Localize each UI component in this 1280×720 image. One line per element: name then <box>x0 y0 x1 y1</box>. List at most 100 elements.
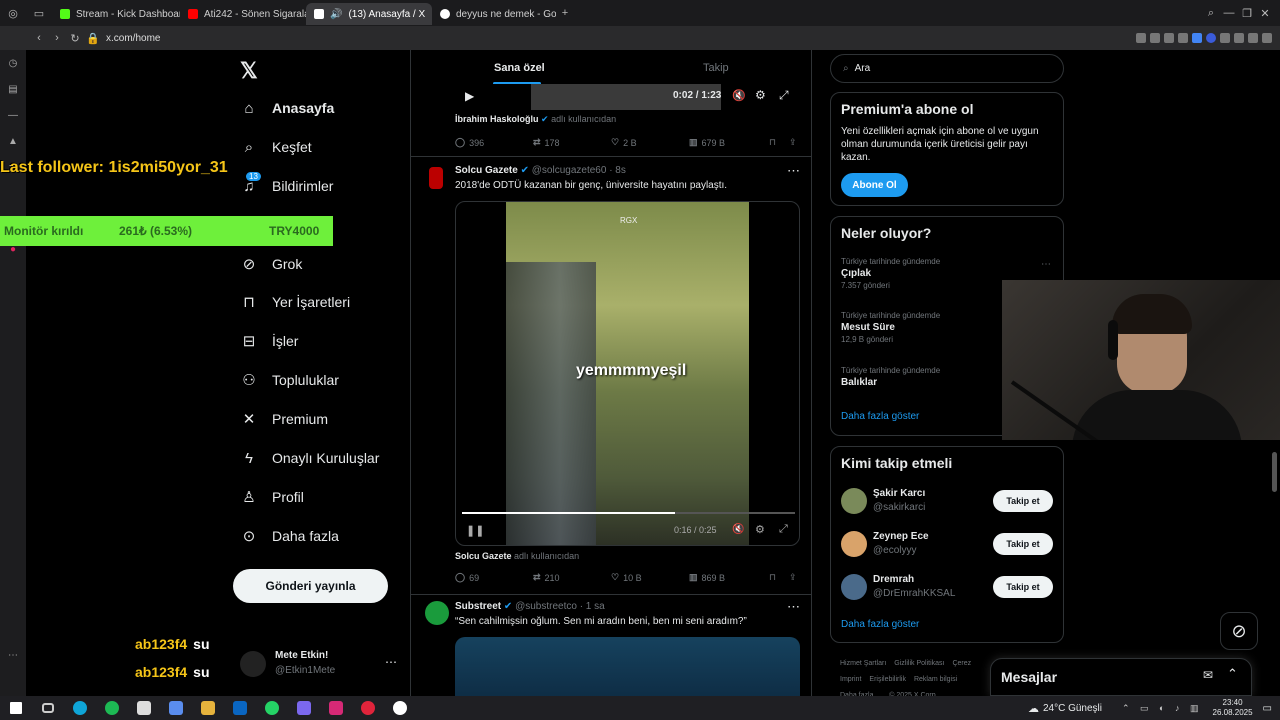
tweet-media[interactable] <box>455 637 800 696</box>
like-button[interactable]: ♡ 2 B <box>611 137 689 148</box>
x-logo-icon[interactable]: 𝕏 <box>240 58 258 84</box>
grok-float-button[interactable]: ⊘ <box>1220 612 1258 650</box>
app-icon[interactable] <box>292 698 316 718</box>
mute-icon[interactable]: 🔇 <box>732 524 744 535</box>
settings-icon[interactable]: ⚙ <box>755 523 765 536</box>
nav-profile[interactable]: ♙ Profil <box>240 482 304 512</box>
nav-more[interactable]: ⊙ Daha fazla <box>240 521 339 551</box>
nav-notifications[interactable]: ♫ 13 Bildirimler <box>240 171 333 201</box>
tweet[interactable]: Solcu Gazete ✔ @solcugazete60 · 8s ⋯ 201… <box>411 157 811 594</box>
browser-menu-icon[interactable]: ◎ <box>0 7 26 20</box>
close-window-icon[interactable]: ✕ <box>1256 7 1274 20</box>
more-icon[interactable]: ⋯ <box>787 599 800 615</box>
author-name[interactable]: Solcu Gazete <box>455 165 518 176</box>
forward-icon[interactable]: › <box>48 32 66 44</box>
follow-row[interactable]: Dremrah @DrEmrahKKSAL Takip et <box>831 571 1063 603</box>
settings-icon[interactable]: ⚙ <box>755 88 766 102</box>
pin-icon[interactable]: ▲ <box>0 128 26 154</box>
tab-x[interactable]: 🔊 (13) Anasayfa / X <box>306 3 432 25</box>
nav-verified-orgs[interactable]: ϟ Onaylı Kuruluşlar <box>240 443 379 473</box>
minimize-icon[interactable]: — <box>1220 7 1238 19</box>
player-icon[interactable]: ▤ <box>0 76 26 102</box>
nav-communities[interactable]: ⚇ Topluluklar <box>240 365 339 395</box>
views-button[interactable]: ▥ 679 B <box>689 137 769 148</box>
spotify-icon[interactable] <box>100 698 124 718</box>
tweet[interactable]: Substreet ✔ @substreetco · 1 sa ⋯ “Sen c… <box>411 595 811 696</box>
trend-item[interactable]: Türkiye tarihinde gündemde Mesut Süre 12… <box>841 311 940 344</box>
play-icon[interactable]: ▶ <box>465 89 474 103</box>
app-icon[interactable] <box>164 698 188 718</box>
post-button[interactable]: Gönderi yayınla <box>233 569 388 603</box>
tab-for-you[interactable]: Sana özel <box>494 62 545 74</box>
fullscreen-icon[interactable]: ⤢ <box>779 523 788 536</box>
extension-icon[interactable] <box>1164 33 1174 43</box>
tab-youtube[interactable]: Ati242 - Sönen Sigaralar <box>180 3 306 25</box>
share-button[interactable]: ⇪ <box>789 137 797 148</box>
edge-icon[interactable] <box>68 698 92 718</box>
show-more-link[interactable]: Daha fazla göster <box>841 619 919 630</box>
task-view-icon[interactable] <box>36 698 60 718</box>
follow-button[interactable]: Takip et <box>993 576 1053 598</box>
messages-drawer[interactable]: Mesajlar ✉ ⌃ <box>990 658 1252 696</box>
start-icon[interactable] <box>4 698 28 718</box>
search-box[interactable]: ⌕ Ara <box>830 54 1064 83</box>
bookmark-button[interactable]: ⊓ <box>769 572 789 583</box>
instagram-icon[interactable] <box>324 698 348 718</box>
system-tray[interactable]: ⌃ ▭ ◐ ♪ ▥ <box>1122 703 1203 714</box>
share-button[interactable]: ⇪ <box>789 572 797 583</box>
follow-button[interactable]: Takip et <box>993 490 1053 512</box>
menu-icon[interactable] <box>1262 33 1272 43</box>
extension-icon[interactable] <box>1234 33 1244 43</box>
trend-item[interactable]: Türkiye tarihinde gündemde Çıplak 7.357 … <box>841 257 940 290</box>
trend-item[interactable]: Türkiye tarihinde gündemde Balıklar <box>841 366 940 388</box>
back-icon[interactable]: ‹ <box>30 32 48 44</box>
new-message-icon[interactable]: ✉ <box>1203 668 1213 682</box>
download-icon[interactable] <box>1248 33 1258 43</box>
history-icon[interactable]: ◷ <box>0 50 26 76</box>
repost-button[interactable]: ⇄ 210 <box>533 572 611 583</box>
reply-button[interactable]: ◯ 69 <box>455 572 533 583</box>
maximize-icon[interactable]: ❐ <box>1238 7 1256 20</box>
nav-jobs[interactable]: ⊟ İşler <box>240 326 299 356</box>
follow-button[interactable]: Takip et <box>993 533 1053 555</box>
tab-list-icon[interactable]: ▭ <box>26 7 52 20</box>
tab-google[interactable]: deyyus ne demek - Goog <box>432 3 556 25</box>
extension-icon[interactable] <box>1206 33 1216 43</box>
video-progress-track[interactable] <box>462 512 795 514</box>
pause-icon[interactable]: ❚❚ <box>466 524 484 537</box>
app-icon[interactable] <box>388 698 412 718</box>
chevron-up-icon[interactable]: ⌃ <box>1227 666 1238 682</box>
extension-icon[interactable] <box>1178 33 1188 43</box>
show-more-link[interactable]: Daha fazla göster <box>841 411 919 422</box>
more-icon[interactable]: ⋯ <box>385 655 397 669</box>
nav-home[interactable]: ⌂ Anasayfa <box>240 93 334 123</box>
outlook-icon[interactable] <box>228 698 252 718</box>
account-switcher[interactable]: Mete Etkin! @Etkin1Mete ⋯ <box>240 647 400 683</box>
author-name[interactable]: Substreet <box>455 601 501 612</box>
extension-icon[interactable] <box>1150 33 1160 43</box>
reply-button[interactable]: ◯ 396 <box>455 137 533 148</box>
nav-bookmarks[interactable]: ⊓ Yer İşaretleri <box>240 287 350 317</box>
whatsapp-icon[interactable] <box>260 698 284 718</box>
folder-icon[interactable] <box>196 698 220 718</box>
extension-icon[interactable] <box>1220 33 1230 43</box>
more-icon[interactable]: ⋯ <box>787 163 800 179</box>
new-tab-icon[interactable]: + <box>556 7 574 19</box>
clock[interactable]: 23:40 26.08.2025 <box>1213 698 1253 718</box>
tab-following[interactable]: Takip <box>703 62 729 74</box>
nav-premium[interactable]: ✕ Premium <box>240 404 328 434</box>
url-field[interactable]: x.com/home <box>106 33 160 44</box>
repost-button[interactable]: ⇄ 178 <box>533 137 611 148</box>
extension-icon[interactable] <box>1192 33 1202 43</box>
nav-explore[interactable]: ⌕ Keşfet <box>240 132 312 162</box>
search-input[interactable]: Ara <box>855 63 871 74</box>
reload-icon[interactable]: ↻ <box>66 32 84 45</box>
follow-row[interactable]: Zeynep Ece @ecolyyy Takip et <box>831 528 1063 560</box>
extension-icon[interactable] <box>1136 33 1146 43</box>
views-button[interactable]: ▥ 869 B <box>689 572 769 583</box>
video-player[interactable]: ▶ 0:02 / 1:23 🔇 ⚙ ⤢ <box>455 84 800 110</box>
weather-text[interactable]: 24°C Güneşli <box>1043 703 1102 714</box>
bookmark-button[interactable]: ⊓ <box>769 137 789 148</box>
like-button[interactable]: ♡ 10 B <box>611 572 689 583</box>
search-tabs-icon[interactable]: ⌕ <box>1202 7 1220 20</box>
